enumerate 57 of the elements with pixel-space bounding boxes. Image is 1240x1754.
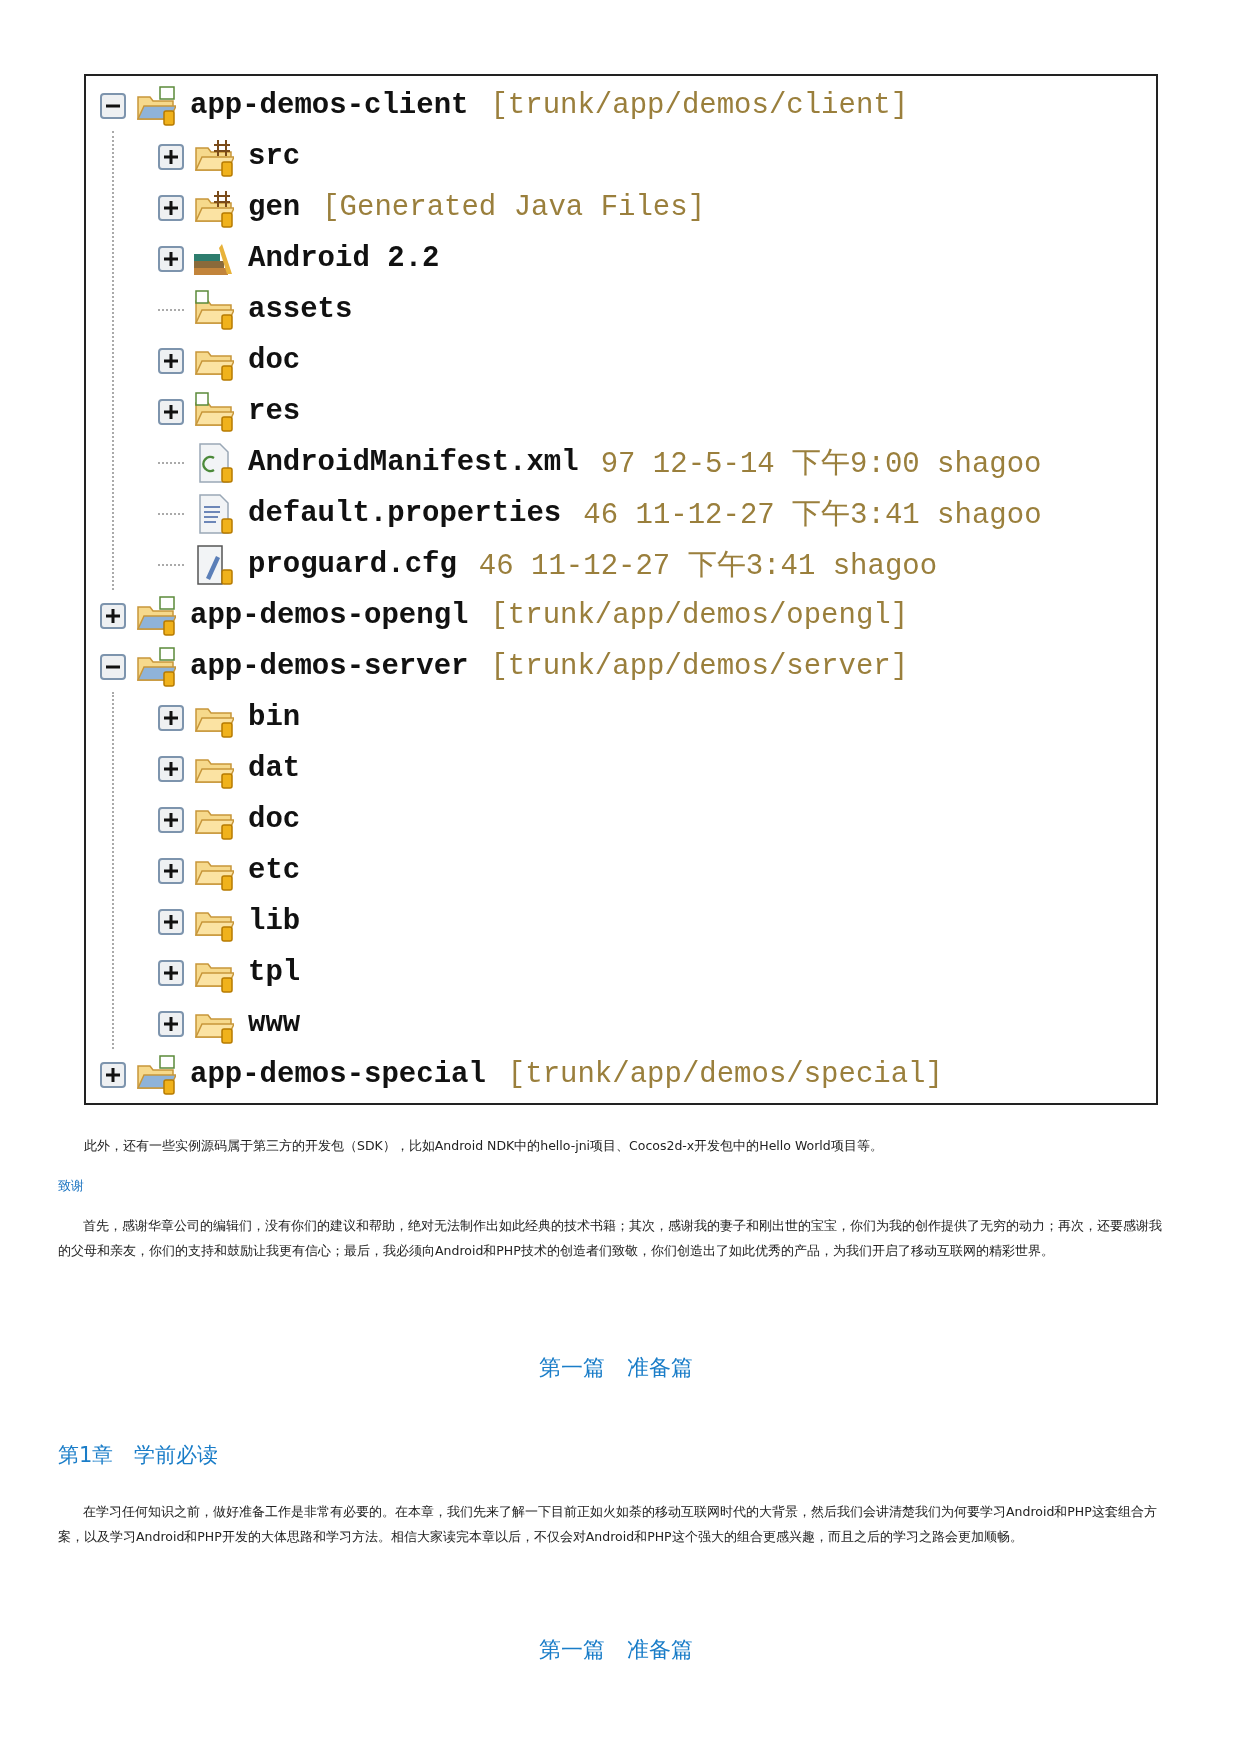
item-annotation: [trunk/app/demos/server] bbox=[490, 650, 909, 683]
project-folder-icon bbox=[134, 645, 176, 688]
item-annotation: 46 11-12-27 下午3:41 shagoo bbox=[583, 497, 1042, 534]
expand-icon[interactable] bbox=[158, 398, 184, 425]
tree-item[interactable]: gen bbox=[248, 191, 301, 224]
expand-icon[interactable] bbox=[158, 1010, 184, 1037]
tree-item[interactable]: app-demos-server bbox=[190, 650, 469, 683]
tree-item[interactable]: Android 2.2 bbox=[248, 242, 440, 275]
body-paragraph: 此外，还有一些实例源码属于第三方的开发包（SDK），比如Android NDK中的hello-jni项目、Cocos2d-x开发包中的Hello World项目等。 bbox=[83, 1137, 884, 1155]
tree-item[interactable]: proguard.cfg bbox=[248, 548, 457, 581]
item-annotation: 97 12-5-14 下午9:00 shagoo bbox=[600, 446, 1042, 483]
body-paragraph: 首先，感谢华章公司的编辑们，没有你们的建议和帮助，绝对无法制作出如此经典的技术书籍；其次，感谢我的妻子和刚出世的宝宝，你们为我的创作提供了无穷的动力；再次，还要感谢我的父母和亲友，你们的支持和鼓励让我更有信心；最后，我必须向Android和PHP技术的创造者们致敬，你们创造出了如此优秀的产品，为我们开启了移动互联网的精彩世界。 bbox=[58, 1217, 1163, 1260]
body-paragraph: 在学习任何知识之前，做好准备工作是非常有必要的。在本章，我们先来了解一下目前正如火如荼的移动互联网时代的大背景，然后我们会讲清楚我们为何要学习Android和PHP这套组合方案，以及学习Android和PHP开发的大体思路和学习方法。相信大家读完本章以后，不仅会对Android和PHP这个强大的组合更感兴趣，而且之后的学习之路会更加顺畅。 bbox=[58, 1503, 1158, 1546]
item-annotation: [trunk/app/demos/client] bbox=[490, 89, 909, 122]
item-annotation: [trunk/app/demos/special] bbox=[507, 1058, 943, 1091]
expand-icon[interactable] bbox=[100, 602, 126, 629]
expand-icon[interactable] bbox=[158, 245, 184, 272]
item-annotation: 46 11-12-27 下午3:41 shagoo bbox=[478, 548, 938, 585]
collapse-icon[interactable] bbox=[100, 92, 126, 119]
project-folder-icon bbox=[134, 84, 176, 127]
tree-item[interactable]: AndroidManifest.xml bbox=[248, 446, 579, 479]
folder-icon bbox=[192, 390, 234, 433]
tree-item[interactable]: app-demos-client bbox=[190, 89, 469, 122]
expand-icon[interactable] bbox=[158, 857, 184, 884]
item-annotation: [Generated Java Files] bbox=[322, 191, 706, 224]
tree-item[interactable]: www bbox=[248, 1007, 301, 1040]
tree-item[interactable]: doc bbox=[248, 344, 301, 377]
tree-item[interactable]: src bbox=[248, 140, 301, 173]
expand-icon[interactable] bbox=[158, 347, 184, 374]
tree-item[interactable]: app-demos-opengl bbox=[190, 599, 469, 632]
part-heading: 第一篇 准备篇 bbox=[537, 1354, 694, 1382]
part-heading: 第一篇 准备篇 bbox=[537, 1636, 694, 1664]
tree-item[interactable]: dat bbox=[248, 752, 301, 785]
tree-item[interactable]: assets bbox=[248, 293, 353, 326]
expand-icon[interactable] bbox=[158, 194, 184, 221]
tree-item[interactable]: bin bbox=[248, 701, 301, 734]
item-annotation: [trunk/app/demos/opengl] bbox=[490, 599, 909, 632]
expand-icon[interactable] bbox=[158, 143, 184, 170]
expand-icon[interactable] bbox=[158, 755, 184, 782]
tree-item[interactable]: lib bbox=[248, 905, 301, 938]
expand-icon[interactable] bbox=[158, 908, 184, 935]
collapse-icon[interactable] bbox=[100, 653, 126, 680]
chapter-heading: 第1章 学前必读 bbox=[58, 1442, 220, 1469]
tree-item[interactable]: res bbox=[248, 395, 301, 428]
project-folder-icon bbox=[134, 594, 176, 637]
expand-icon[interactable] bbox=[158, 806, 184, 833]
tree-item[interactable]: etc bbox=[248, 854, 301, 887]
tree-item[interactable]: app-demos-special bbox=[190, 1058, 486, 1091]
tree-item[interactable]: doc bbox=[248, 803, 301, 836]
tree-item[interactable]: tpl bbox=[248, 956, 301, 989]
section-heading: 致谢 bbox=[58, 1178, 85, 1195]
project-folder-icon bbox=[134, 1053, 176, 1096]
tree-item[interactable]: default.properties bbox=[248, 497, 562, 530]
expand-icon[interactable] bbox=[158, 959, 184, 986]
expand-icon[interactable] bbox=[158, 704, 184, 731]
folder-icon bbox=[192, 288, 234, 331]
expand-icon[interactable] bbox=[100, 1061, 126, 1088]
